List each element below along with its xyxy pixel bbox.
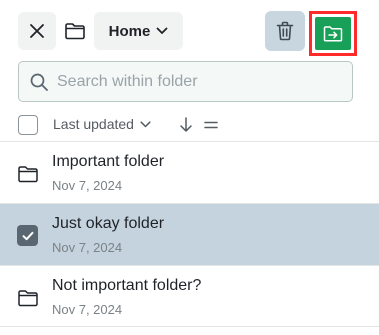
- chevron-down-icon: [156, 27, 168, 34]
- chevron-down-icon: [140, 120, 151, 127]
- folder-icon: [18, 290, 38, 307]
- list-item[interactable]: Important folder Nov 7, 2024: [0, 141, 379, 203]
- sort-bar: Last updated: [0, 111, 379, 139]
- close-button[interactable]: [18, 12, 56, 50]
- move-button-highlight: [309, 11, 357, 56]
- close-icon: [30, 24, 44, 38]
- location-label: Home: [108, 22, 151, 40]
- location-dropdown[interactable]: Home: [94, 12, 183, 50]
- search-icon: [30, 73, 48, 91]
- checkmark-icon: [22, 231, 33, 240]
- move-to-folder-button[interactable]: [315, 17, 351, 50]
- list-item-name: Important folder: [52, 153, 165, 170]
- select-all-checkbox[interactable]: [18, 115, 38, 135]
- sort-dropdown[interactable]: Last updated: [53, 116, 151, 132]
- list-item-name: Not important folder?: [52, 277, 202, 294]
- delete-button[interactable]: [265, 11, 305, 51]
- search-input[interactable]: [57, 72, 337, 91]
- toolbar: Home: [0, 0, 379, 62]
- list-item-date: Nov 7, 2024: [52, 302, 123, 317]
- sort-label: Last updated: [53, 116, 134, 132]
- arrow-down-icon[interactable]: [178, 116, 194, 134]
- list-item-name: Just okay folder: [52, 215, 165, 232]
- search-field: [18, 61, 353, 102]
- folder-icon: [65, 23, 85, 40]
- move-to-folder-icon: [323, 25, 343, 42]
- list-item-date: Nov 7, 2024: [52, 240, 123, 255]
- list-item-date: Nov 7, 2024: [52, 178, 123, 193]
- trash-icon: [276, 21, 294, 41]
- list-item[interactable]: Not important folder? Nov 7, 2024: [0, 265, 379, 327]
- folder-list: Important folder Nov 7, 2024 Just okay f…: [0, 141, 379, 327]
- folder-icon: [18, 166, 38, 183]
- item-checkbox[interactable]: [17, 225, 38, 246]
- equals-icon[interactable]: [203, 116, 219, 134]
- list-item[interactable]: Just okay folder Nov 7, 2024: [0, 203, 379, 265]
